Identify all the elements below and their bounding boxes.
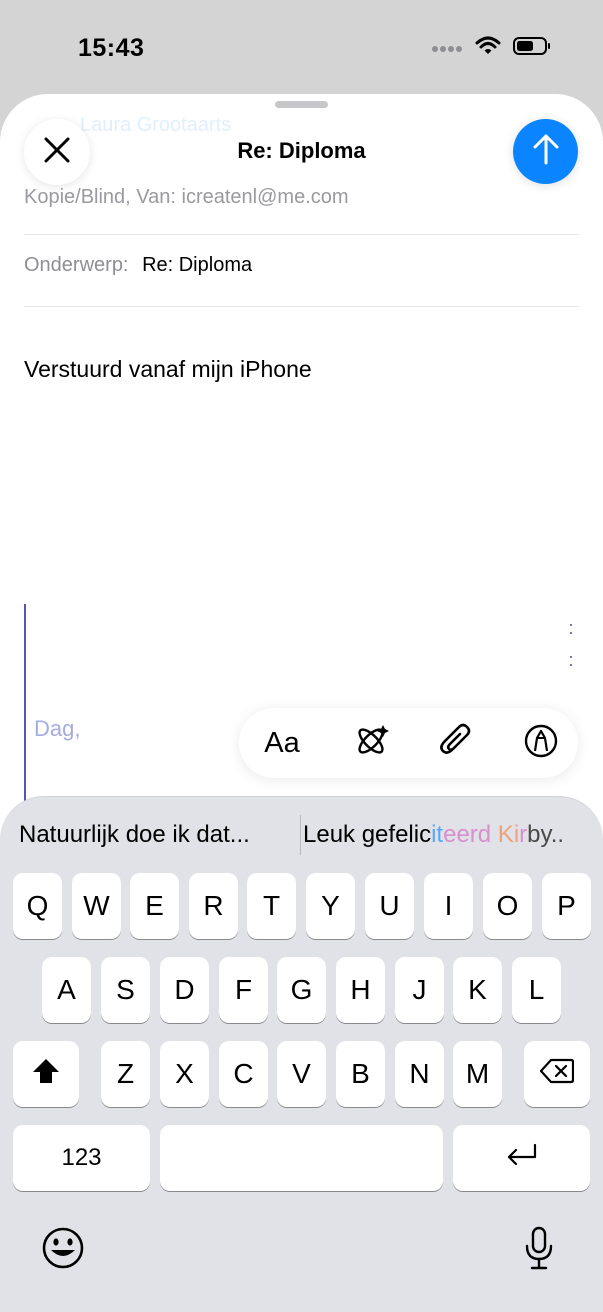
cc-bcc-from-label: Kopie/Blind, Van:: [24, 186, 176, 208]
key-d[interactable]: D: [160, 957, 209, 1023]
format-button[interactable]: Aa: [259, 708, 305, 778]
shift-key[interactable]: [13, 1041, 79, 1107]
message-body[interactable]: Verstuurd vanaf mijn iPhone: [24, 356, 312, 383]
writing-tools-button[interactable]: [349, 708, 393, 778]
key-u[interactable]: U: [365, 873, 414, 939]
key-a[interactable]: A: [42, 957, 91, 1023]
key-e[interactable]: E: [130, 873, 179, 939]
recipient-name: Laura Grootaarts: [80, 114, 232, 136]
prediction-divider: [300, 815, 301, 855]
key-h[interactable]: H: [336, 957, 385, 1023]
battery-icon: [513, 36, 551, 61]
prediction-part: eerd: [443, 821, 492, 848]
key-i[interactable]: I: [424, 873, 473, 939]
microphone-icon: [523, 1226, 555, 1277]
delete-icon: [539, 1058, 575, 1091]
quote-bar: [24, 604, 26, 804]
key-q[interactable]: Q: [13, 873, 62, 939]
status-icons: [431, 36, 551, 61]
dictation-button[interactable]: [519, 1226, 559, 1277]
status-time: 15:43: [78, 34, 145, 62]
key-r[interactable]: R: [189, 873, 238, 939]
prediction-part: by..: [527, 821, 565, 848]
shift-icon: [31, 1057, 61, 1092]
key-k[interactable]: K: [453, 957, 502, 1023]
key-t[interactable]: T: [247, 873, 296, 939]
format-toolbar: Aa: [239, 708, 578, 778]
signal-icon: [431, 40, 463, 58]
status-bar: 15:43: [0, 0, 603, 90]
key-j[interactable]: J: [395, 957, 444, 1023]
delete-key[interactable]: [524, 1041, 590, 1107]
markup-button[interactable]: [519, 708, 563, 778]
key-n[interactable]: N: [395, 1041, 444, 1107]
prediction-part: r: [519, 821, 528, 848]
prediction-part: it: [431, 821, 444, 848]
prediction-part: Ki: [491, 821, 520, 848]
key-y[interactable]: Y: [306, 873, 355, 939]
key-f[interactable]: F: [219, 957, 268, 1023]
emoji-icon: [41, 1226, 85, 1275]
subject-value[interactable]: Re: Diploma: [142, 254, 252, 276]
key-s[interactable]: S: [101, 957, 150, 1023]
sheet-grabber[interactable]: [275, 101, 328, 108]
return-key[interactable]: [453, 1125, 590, 1191]
key-m[interactable]: M: [453, 1041, 502, 1107]
attachment-button[interactable]: [434, 708, 478, 778]
from-address: icreatenl@me.com: [181, 186, 349, 208]
return-icon: [505, 1142, 539, 1174]
prediction-part: Leuk gefelic: [303, 821, 432, 848]
key-x[interactable]: X: [160, 1041, 209, 1107]
send-button[interactable]: [513, 119, 578, 184]
subject-field[interactable]: Onderwerp: Re: Diploma: [24, 254, 579, 307]
key-p[interactable]: P: [542, 873, 591, 939]
space-key[interactable]: [160, 1125, 443, 1191]
key-z[interactable]: Z: [101, 1041, 150, 1107]
quote-ellipsis[interactable]: ::: [566, 612, 576, 676]
quoted-greeting: Dag,: [34, 716, 81, 741]
key-w[interactable]: W: [72, 873, 121, 939]
key-o[interactable]: O: [483, 873, 532, 939]
key-c[interactable]: C: [219, 1041, 268, 1107]
prediction-left[interactable]: Natuurlijk doe ik dat...: [19, 821, 250, 849]
key-l[interactable]: L: [512, 957, 561, 1023]
predictive-bar: Natuurlijk doe ik dat... Leuk gefelicite…: [0, 797, 603, 877]
prediction-right[interactable]: Leuk gefeliciteerd Kirby..: [303, 821, 601, 849]
cc-bcc-from-field[interactable]: Kopie/Blind, Van: icreatenl@me.com: [24, 186, 579, 235]
paperclip-icon: [439, 723, 473, 764]
writing-tools-icon: [352, 722, 390, 765]
arrow-up-icon: [531, 132, 561, 171]
key-v[interactable]: V: [277, 1041, 326, 1107]
keyboard: Natuurlijk doe ik dat... Leuk gefelicite…: [0, 796, 603, 1312]
key-b[interactable]: B: [336, 1041, 385, 1107]
wifi-icon: [475, 36, 501, 61]
subject-label: Onderwerp:: [24, 254, 129, 276]
markup-icon: [523, 723, 559, 764]
key-g[interactable]: G: [277, 957, 326, 1023]
numbers-key[interactable]: 123: [13, 1125, 150, 1191]
emoji-button[interactable]: [40, 1227, 86, 1273]
